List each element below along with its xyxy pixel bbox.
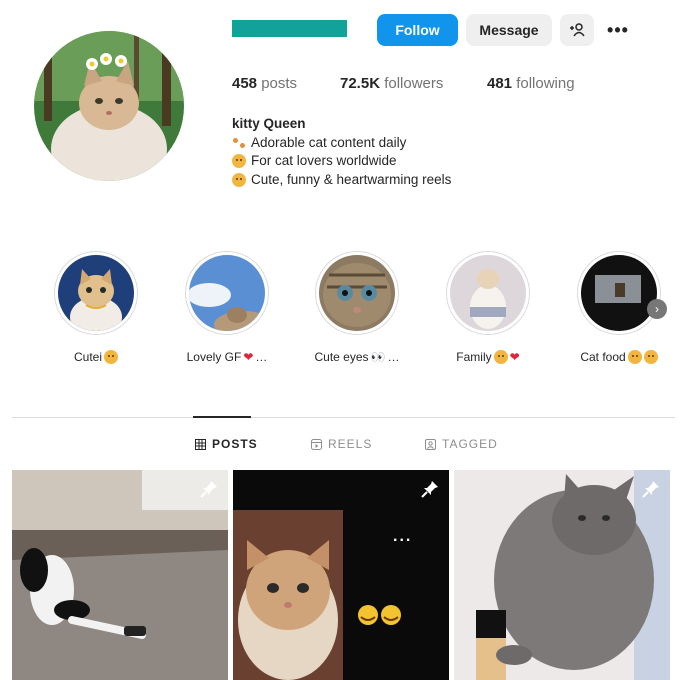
highlight-label: Family ❤ <box>456 350 520 364</box>
message-button[interactable]: Message <box>466 14 552 46</box>
highlight-cover <box>189 255 265 331</box>
smiling-cat-icon <box>232 172 246 187</box>
tabs-divider <box>12 417 675 418</box>
follow-button[interactable]: Follow <box>377 14 458 46</box>
post-tile[interactable] <box>454 470 670 680</box>
tab-reels[interactable]: REELS <box>311 437 372 451</box>
followers-stat[interactable]: 72.5K followers <box>340 75 443 92</box>
chevron-right-icon: › <box>655 302 659 316</box>
username-redacted <box>232 20 347 37</box>
highlight-cover <box>581 255 657 331</box>
highlights-next-button[interactable]: › <box>647 299 667 319</box>
yum-face-icon <box>627 350 642 364</box>
highlight-cover <box>58 255 134 331</box>
followers-label: followers <box>384 75 444 92</box>
profile-bio: kitty Queen Adorable cat content daily F… <box>232 115 451 189</box>
cat-face-icon <box>493 350 508 364</box>
tab-label: REELS <box>328 437 373 451</box>
highlight-item[interactable]: Lovely GF ❤… <box>182 251 272 364</box>
post-tile[interactable]: ... <box>233 470 449 680</box>
posts-stat[interactable]: 458 posts <box>232 75 297 92</box>
heart-icon: ❤ <box>509 350 520 364</box>
active-tab-indicator <box>193 416 251 418</box>
highlight-item[interactable]: Cutei <box>51 251 141 364</box>
highlight-label: Lovely GF ❤… <box>186 350 268 364</box>
highlight-cover <box>450 255 526 331</box>
post-overlay-text: ... <box>393 528 413 545</box>
paw-prints-icon <box>232 136 246 150</box>
smiling-face-icon <box>104 350 118 364</box>
pinned-icon <box>200 481 217 498</box>
highlight-item[interactable]: Cute eyes 👀… <box>312 251 402 364</box>
tab-tagged[interactable]: TAGGED <box>425 437 498 451</box>
highlight-cover <box>319 255 395 331</box>
following-count: 481 <box>487 75 513 92</box>
bio-line: For cat lovers worldwide <box>251 153 397 168</box>
tab-label: POSTS <box>212 437 258 451</box>
grid-icon <box>195 438 206 450</box>
highlight-label: Cutei <box>51 350 141 364</box>
profile-name: kitty Queen <box>232 116 306 131</box>
cat-face-icon <box>232 154 246 169</box>
tagged-icon <box>425 438 436 450</box>
highlight-item[interactable]: Family ❤ <box>443 251 533 364</box>
highlight-label: Cat food <box>574 350 664 364</box>
eyes-icon: 👀 <box>370 350 386 364</box>
pinned-icon <box>642 481 659 498</box>
posts-count: 458 <box>232 75 258 92</box>
tab-label: TAGGED <box>442 437 498 451</box>
posts-label: posts <box>261 75 298 92</box>
heart-icon: ❤ <box>243 350 254 364</box>
highlight-label: Cute eyes 👀… <box>314 350 400 364</box>
tab-posts[interactable]: POSTS <box>195 437 258 451</box>
bio-line: Cute, funny & heartwarming reels <box>251 171 452 187</box>
following-label: following <box>516 75 575 92</box>
bio-line: Adorable cat content daily <box>251 134 407 150</box>
smiling-cat-icon <box>643 350 658 364</box>
pinned-icon <box>421 481 438 498</box>
add-user-icon <box>570 23 585 37</box>
post-tile[interactable] <box>12 470 228 680</box>
following-stat[interactable]: 481 following <box>487 75 575 92</box>
suggest-user-button[interactable] <box>560 14 594 46</box>
more-options-button[interactable]: ••• <box>603 14 633 46</box>
reels-icon <box>311 438 322 450</box>
profile-avatar[interactable] <box>34 31 184 181</box>
followers-count: 72.5K <box>340 75 381 92</box>
